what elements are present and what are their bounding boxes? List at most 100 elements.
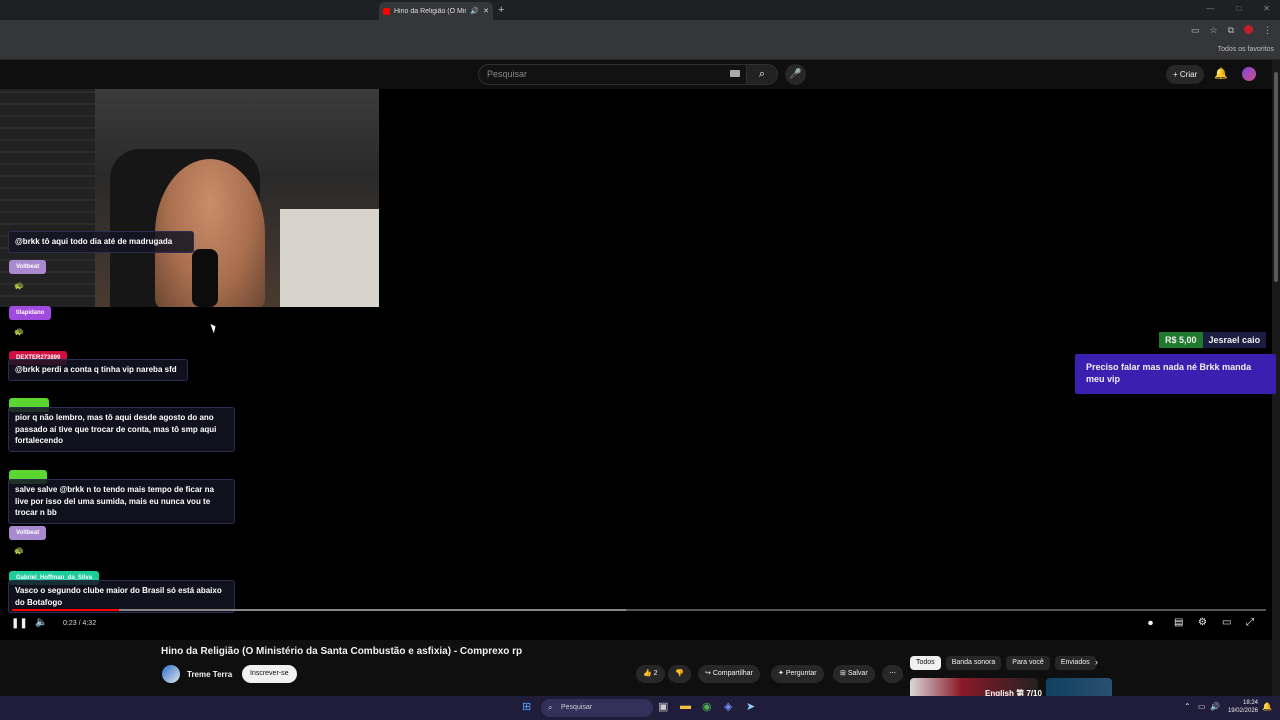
maximize-icon[interactable]: □ [1236,4,1241,13]
donation-donor: Jesrael caio [1202,332,1267,348]
extensions-icon[interactable]: ⧉ [1228,25,1234,36]
chat-message: @brkk perdi a conta q tinha vip nareba s… [8,359,188,381]
speaker-icon[interactable]: 🔊 [470,7,479,15]
pause-icon[interactable]: ❚❚ [11,618,28,629]
browser-tab[interactable]: Hino da Religião (O Ministér 🔊 ✕ [379,2,493,20]
donation-message: Preciso falar mas nada né Brkk manda meu… [1075,354,1276,394]
subtitles-icon[interactable]: ▤ [1174,617,1183,628]
thumbs-down-icon: 👎 [675,670,684,677]
recommendation-thumbnail[interactable] [1046,678,1112,696]
chip-uploaded[interactable]: Enviados [1054,656,1096,670]
bookmark-star-icon[interactable]: ☆ [1209,25,1217,36]
bookmarks-bar: Todos os favoritos [0,42,1280,60]
steam-icon[interactable]: ➤ [746,700,755,713]
brick-wall [0,89,95,307]
tray-expand-icon[interactable]: ⌃ [1184,702,1191,711]
search-icon: ⌕ [758,68,766,80]
taskbar-search[interactable]: Pesquisar [541,699,653,717]
video-title: Hino da Religião (O Ministério da Santa … [161,646,523,657]
webcam-overlay [0,89,379,307]
youtube-header: Pesquisar ⌕ 🎤 + Criar 🔔 [0,60,1272,89]
share-button[interactable]: ↪ Compartilhar [698,665,760,683]
volume-tray-icon[interactable]: 🔊 [1210,702,1220,711]
volume-icon[interactable]: 🔈 [35,617,47,628]
microphone [192,249,218,307]
chat-username: Voltbeat [9,526,47,540]
search-button[interactable]: ⌕ [746,64,778,85]
background-desk [280,209,379,307]
channel-avatar[interactable] [162,665,180,683]
file-explorer-icon[interactable]: ▬ [680,700,691,712]
search-input[interactable]: Pesquisar [478,64,746,85]
taskbar-search-label: Pesquisar [561,704,593,711]
network-icon[interactable]: ▭ [1198,702,1206,711]
window-controls: — □ ✕ [1206,4,1270,13]
save-button[interactable]: ⊞ Salvar [833,665,875,683]
tab-title: Hino da Religião (O Ministér [394,7,467,15]
create-button[interactable]: + Criar [1166,65,1205,84]
fullscreen-icon[interactable]: ⤢ [1246,617,1254,628]
save-icon: ⊞ [840,670,848,677]
create-label: Criar [1179,70,1198,79]
chip-soundtrack[interactable]: Banda sonora [945,656,1002,670]
theater-mode-icon[interactable]: ▭ [1222,617,1231,628]
chat-message: pior q não lembro, mas tô aqui desde ago… [8,407,235,452]
close-window-icon[interactable]: ✕ [1263,4,1270,13]
youtube-favicon-icon [383,7,390,15]
chat-message: @brkk tô aqui todo dia até de madrugada [8,231,194,253]
mouse-cursor [210,322,218,334]
menu-icon[interactable]: ⋮ [1263,25,1272,36]
account-avatar[interactable] [1242,67,1256,81]
scrollbar-thumb[interactable] [1274,72,1278,282]
new-tab-button[interactable]: + [498,4,504,16]
emote-icon: 🐢 [14,327,24,336]
system-clock[interactable]: 18:24 19/02/2026 [1228,699,1258,715]
chat-message: salve salve @brkk n to tendo mais tempo … [8,479,235,524]
notifications-icon[interactable]: 🔔 [1262,702,1272,711]
sparkle-icon: ✦ [778,670,786,677]
emote-icon: 🐢 [14,281,24,290]
donation-amount: R$ 5,00 [1159,332,1203,348]
chat-username: Voltbeat [9,260,47,274]
close-tab-icon[interactable]: ✕ [483,7,489,15]
minimize-icon[interactable]: — [1206,4,1214,13]
clock-time: 18:24 [1242,700,1258,706]
like-button[interactable]: 👍 2 [636,665,665,683]
donation-header: R$ 5,00 Jesrael caio [1159,332,1267,348]
search-icon: ⌕ [548,703,553,712]
subscribe-button[interactable]: Inscrever-se [242,665,297,683]
cast-icon[interactable]: ▭ [1191,25,1200,36]
mic-icon: 🎤 [789,69,802,80]
all-bookmarks[interactable]: Todos os favoritos [1218,46,1274,53]
plus-icon: + [1173,70,1180,79]
chip-all[interactable]: Todos [910,656,941,670]
chip-for-you[interactable]: Para você [1006,656,1050,670]
video-player[interactable]: @brkk tô aqui todo dia até de madrugada … [0,89,1276,640]
channel-name[interactable]: Treme Terra [187,670,232,679]
voice-search-button[interactable]: 🎤 [785,64,806,85]
autoplay-toggle-icon[interactable]: ⏺ [1148,618,1153,629]
clock-date: 19/02/2026 [1227,708,1258,714]
chevron-right-icon[interactable]: › [1095,657,1098,667]
ask-button[interactable]: ✦ Perguntar [771,665,824,683]
windows-start-icon[interactable]: ⊞ [522,700,531,713]
discord-icon[interactable]: ◈ [724,700,732,713]
browser-toolbar: ▭ ☆ ⧉ ⋮ [0,20,1280,42]
settings-gear-icon[interactable]: ⚙ [1198,617,1207,628]
more-actions-button[interactable]: ⋯ [882,665,903,683]
progress-bar[interactable] [12,609,1266,611]
recommendation-chips: Todos Banda sonora Para você Enviados [910,656,1096,670]
emote-icon: 🐢 [14,546,24,555]
chrome-icon[interactable]: ◉ [702,700,712,713]
played-bar [12,609,119,611]
notifications-bell-icon[interactable]: 🔔 [1214,67,1228,80]
profile-icon[interactable] [1244,25,1253,34]
share-icon: ↪ [705,670,713,677]
keyboard-icon[interactable] [730,70,740,77]
like-count: 2 [653,670,658,677]
thumbs-up-icon: 👍 [643,670,654,677]
time-display: 0:23 / 4:32 [63,620,97,627]
dislike-button[interactable]: 👎 [668,665,691,683]
more-icon: ⋯ [889,670,896,677]
task-view-icon[interactable]: ▣ [658,700,668,713]
